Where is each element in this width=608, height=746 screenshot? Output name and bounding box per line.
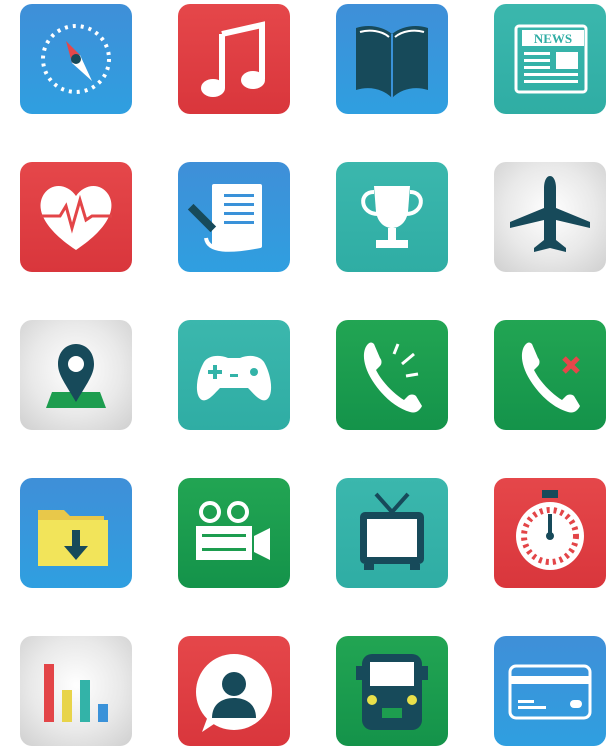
app-icon-grid: NEWS	[0, 0, 608, 746]
map-pin-icon[interactable]	[20, 320, 132, 430]
bar-chart-icon[interactable]	[20, 636, 132, 746]
compass-icon[interactable]	[20, 4, 132, 114]
credit-card-icon[interactable]	[494, 636, 606, 746]
contact-chat-icon[interactable]	[178, 636, 290, 746]
download-folder-icon[interactable]	[20, 478, 132, 588]
bus-icon[interactable]	[336, 636, 448, 746]
airplane-icon[interactable]	[494, 162, 606, 272]
newspaper-icon[interactable]: NEWS	[494, 4, 606, 114]
notepad-icon[interactable]	[178, 162, 290, 272]
video-camera-icon[interactable]	[178, 478, 290, 588]
phone-ringing-icon[interactable]	[336, 320, 448, 430]
heart-rate-icon[interactable]	[20, 162, 132, 272]
television-icon[interactable]	[336, 478, 448, 588]
trophy-icon[interactable]	[336, 162, 448, 272]
stopwatch-icon[interactable]	[494, 478, 606, 588]
music-note-icon[interactable]	[178, 4, 290, 114]
phone-declined-icon[interactable]	[494, 320, 606, 430]
open-book-icon[interactable]	[336, 4, 448, 114]
gamepad-icon[interactable]	[178, 320, 290, 430]
svg-text:NEWS: NEWS	[534, 31, 572, 46]
